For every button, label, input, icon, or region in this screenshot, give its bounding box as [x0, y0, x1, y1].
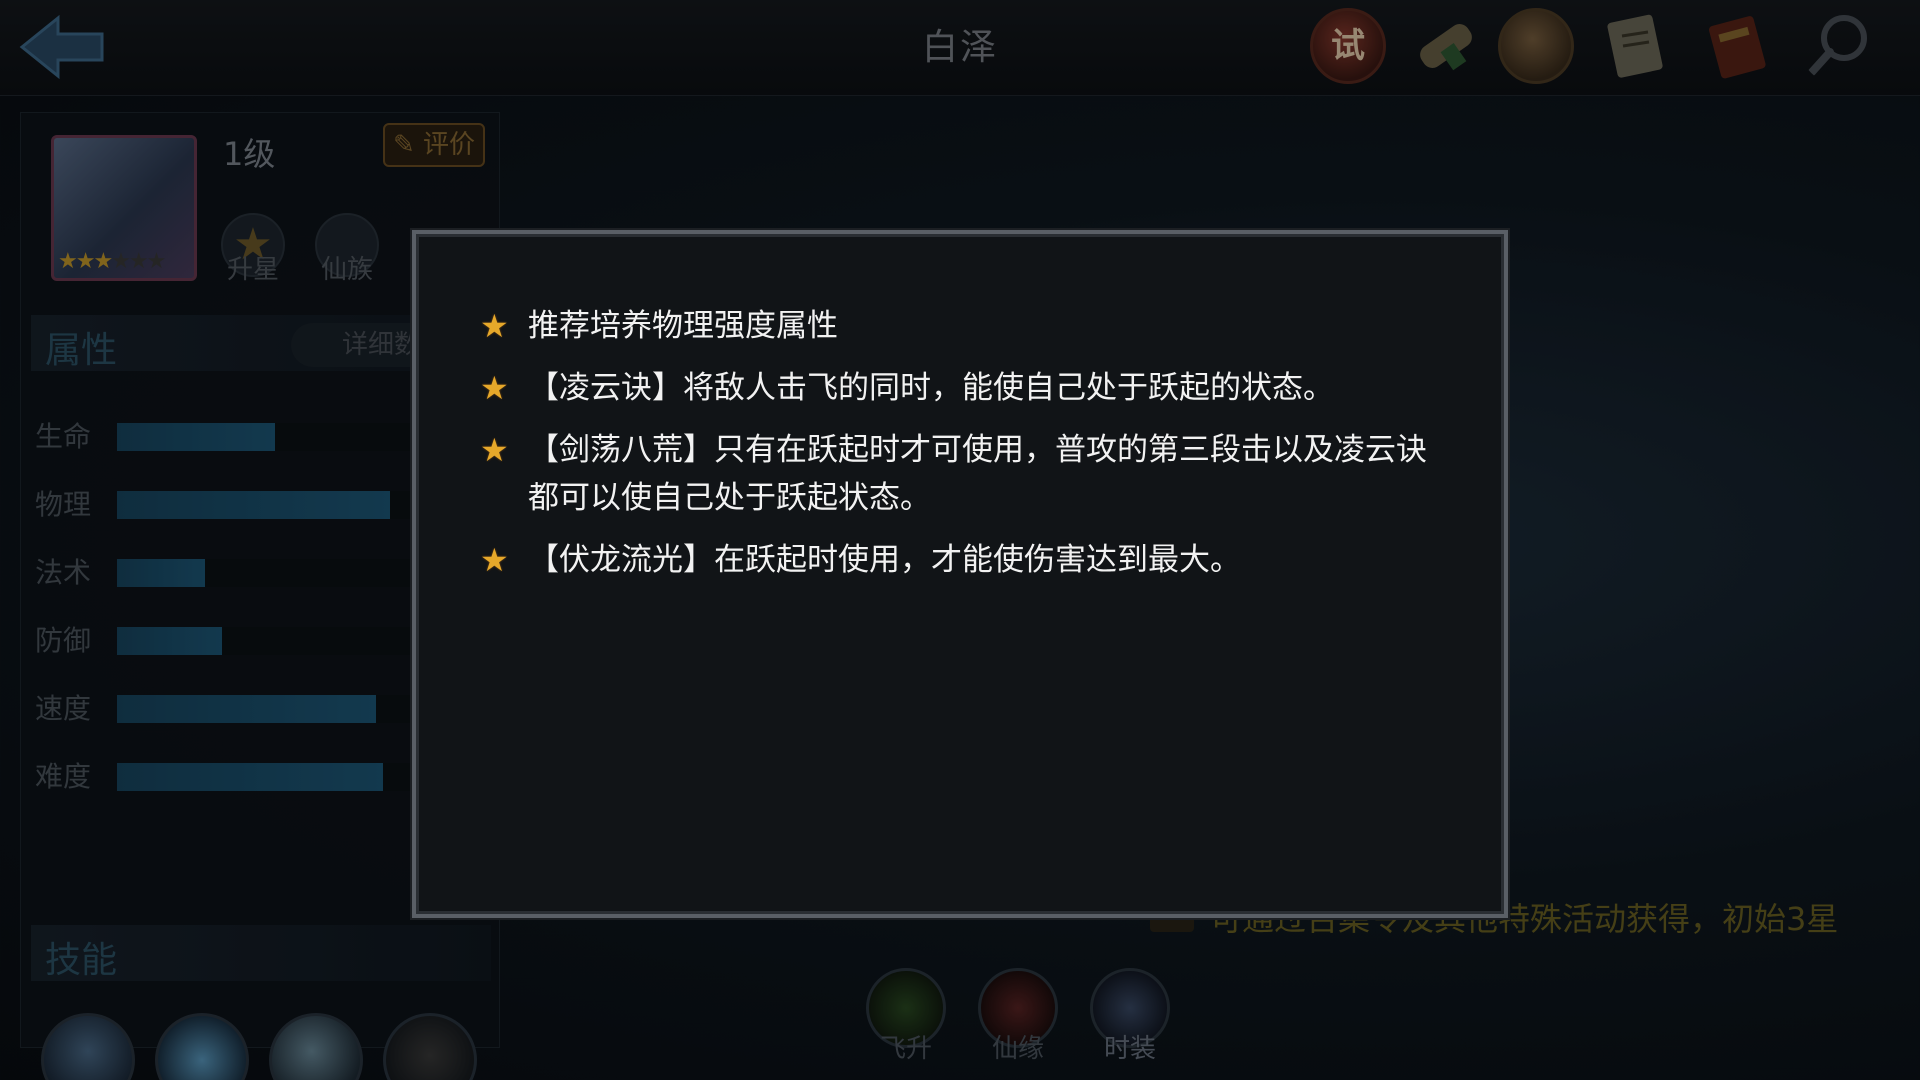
list-item: ★ 【伏龙流光】在跃起时使用，才能使伤害达到最大。 [480, 541, 1241, 579]
list-item: ★ 推荐培养物理强度属性 [480, 307, 838, 345]
star-icon: ★ [480, 431, 509, 469]
tips-list: ★ 推荐培养物理强度属性 ★ 【凌云诀】将敌人击飞的同时，能使自己处于跃起的状态… [480, 302, 1440, 598]
star-icon: ★ [480, 541, 509, 579]
hero-tips-dialog: ★ 推荐培养物理强度属性 ★ 【凌云诀】将敌人击飞的同时，能使自己处于跃起的状态… [412, 230, 1508, 918]
list-item: ★ 【凌云诀】将敌人击飞的同时，能使自己处于跃起的状态。 [480, 369, 1334, 407]
star-icon: ★ [480, 369, 509, 407]
star-icon: ★ [480, 307, 509, 345]
list-item: ★ 【剑荡八荒】只有在跃起时才可使用，普攻的第三段击以及凌云诀都可以使自己处于跃… [480, 431, 1427, 516]
